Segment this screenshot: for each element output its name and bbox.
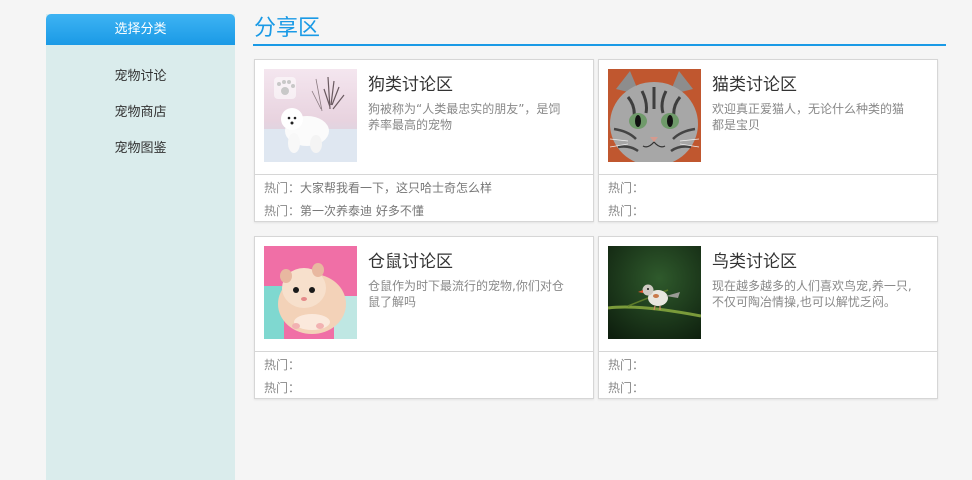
forum-card-dogs: 狗类讨论区 狗被称为“人类最忠实的朋友”，是饲养率最高的宠物 热门：大家帮我看一… <box>254 59 594 222</box>
hot-label: 热门： <box>264 358 301 372</box>
card-body: 狗类讨论区 狗被称为“人类最忠实的朋友”，是饲养率最高的宠物 <box>255 60 593 175</box>
card-hot-topics: 热门：大家帮我看一下，这只哈士奇怎么样 热门：第一次养泰迪 好多不懂 <box>255 175 593 226</box>
sidebar-header: 选择分类 <box>46 14 235 45</box>
hot-topic-row: 热门： <box>264 380 593 403</box>
hot-topic-link[interactable]: 第一次养泰迪 好多不懂 <box>300 204 424 218</box>
card-description: 仓鼠作为时下最流行的宠物,你们对仓鼠了解吗 <box>368 279 564 309</box>
hot-topic-link[interactable]: 大家帮我看一下，这只哈士奇怎么样 <box>300 181 492 195</box>
card-body: 猫类讨论区 欢迎真正爱猫人，无论什么种类的猫都是宝贝 <box>599 60 937 175</box>
hamster-photo[interactable] <box>264 246 357 339</box>
hot-topic-row: 热门： <box>608 180 937 203</box>
hot-topic-row: 热门：大家帮我看一下，这只哈士奇怎么样 <box>264 180 593 203</box>
hot-label: 热门： <box>608 381 645 395</box>
hot-topic-row: 热门： <box>608 380 937 403</box>
forum-card-birds: 鸟类讨论区 现在越多越多的人们喜欢鸟宠,养一只,不仅可陶冶情操,也可以解忧乏闷。… <box>598 236 938 399</box>
hot-label: 热门： <box>264 381 301 395</box>
card-description: 欢迎真正爱猫人，无论什么种类的猫都是宝贝 <box>712 102 905 132</box>
section-title: 分享区 <box>254 16 321 41</box>
card-title[interactable]: 仓鼠讨论区 <box>368 247 453 272</box>
card-title[interactable]: 狗类讨论区 <box>368 70 453 95</box>
card-title[interactable]: 猫类讨论区 <box>712 70 797 95</box>
hot-label: 热门： <box>608 358 645 372</box>
hot-label: 热门： <box>608 204 645 218</box>
card-hot-topics: 热门： 热门： <box>599 175 937 226</box>
sidebar-item-pet-shop[interactable]: 宠物商店 <box>46 105 235 141</box>
card-body: 鸟类讨论区 现在越多越多的人们喜欢鸟宠,养一只,不仅可陶冶情操,也可以解忧乏闷。 <box>599 237 937 352</box>
forum-card-hamsters: 仓鼠讨论区 仓鼠作为时下最流行的宠物,你们对仓鼠了解吗 热门： 热门： <box>254 236 594 399</box>
card-body: 仓鼠讨论区 仓鼠作为时下最流行的宠物,你们对仓鼠了解吗 <box>255 237 593 352</box>
sidebar-list: 宠物讨论 宠物商店 宠物图鉴 <box>46 45 235 177</box>
card-title[interactable]: 鸟类讨论区 <box>712 247 797 272</box>
card-description: 现在越多越多的人们喜欢鸟宠,养一只,不仅可陶冶情操,也可以解忧乏闷。 <box>712 279 912 309</box>
samoyed-dog-photo[interactable] <box>264 69 357 162</box>
hot-topic-row: 热门： <box>264 357 593 380</box>
sidebar: 选择分类 宠物讨论 宠物商店 宠物图鉴 <box>46 14 235 480</box>
sidebar-item-pet-encyclopedia[interactable]: 宠物图鉴 <box>46 141 235 177</box>
hot-label: 热门： <box>608 181 645 195</box>
card-hot-topics: 热门： 热门： <box>599 352 937 403</box>
sidebar-item-pet-discussion[interactable]: 宠物讨论 <box>46 69 235 105</box>
hot-topic-row: 热门： <box>608 203 937 226</box>
hot-label: 热门： <box>264 181 301 195</box>
card-description: 狗被称为“人类最忠实的朋友”，是饲养率最高的宠物 <box>368 102 561 132</box>
tabby-cat-photo[interactable] <box>608 69 701 162</box>
forum-card-cats: 猫类讨论区 欢迎真正爱猫人，无论什么种类的猫都是宝贝 热门： 热门： <box>598 59 938 222</box>
hot-topic-row: 热门： <box>608 357 937 380</box>
finch-bird-photo[interactable] <box>608 246 701 339</box>
card-hot-topics: 热门： 热门： <box>255 352 593 403</box>
section-header: 分享区 <box>253 14 946 46</box>
hot-topic-row: 热门：第一次养泰迪 好多不懂 <box>264 203 593 226</box>
hot-label: 热门： <box>264 204 301 218</box>
